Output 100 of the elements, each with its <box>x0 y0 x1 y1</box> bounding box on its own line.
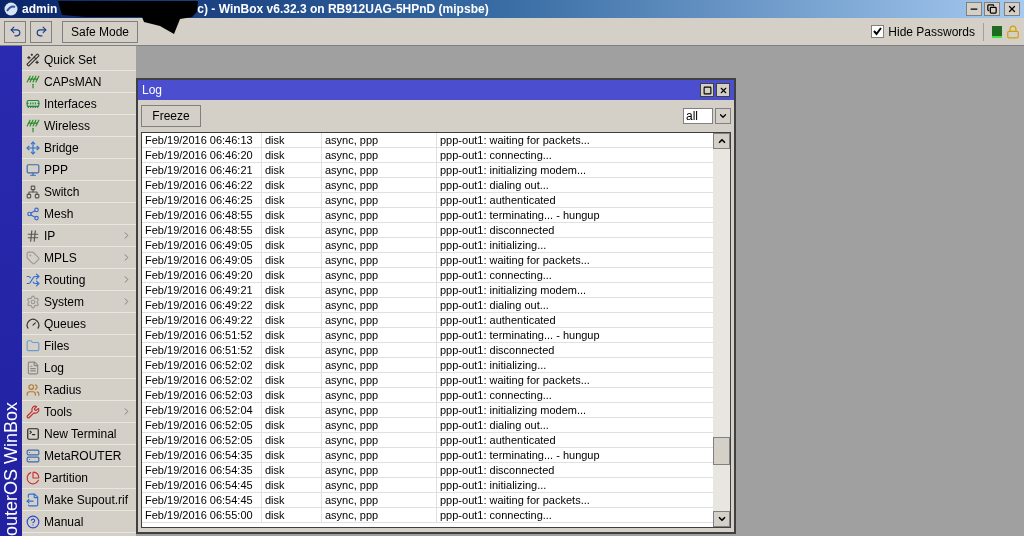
filter-field[interactable]: all <box>683 108 713 124</box>
restore-button[interactable] <box>984 2 1000 16</box>
undo-button[interactable] <box>4 20 26 43</box>
menu-item[interactable]: CAPsMAN <box>22 71 136 93</box>
table-cell: Feb/19/2016 06:52:05 <box>142 418 262 432</box>
table-cell: async, ppp <box>322 148 437 162</box>
tag-icon <box>26 250 40 265</box>
scroll-down-button[interactable] <box>713 511 730 527</box>
scrollbar[interactable] <box>713 133 730 527</box>
scroll-thumb[interactable] <box>713 437 730 465</box>
brand-text: outerOS WinBox <box>2 401 20 536</box>
table-cell: disk <box>262 328 322 342</box>
table-cell: Feb/19/2016 06:46:25 <box>142 193 262 207</box>
gear-icon <box>26 294 40 309</box>
gauge-icon <box>26 316 40 331</box>
table-cell: async, ppp <box>322 373 437 387</box>
freeze-button[interactable]: Freeze <box>141 105 201 127</box>
close-button[interactable] <box>716 83 730 97</box>
minimize-button[interactable] <box>966 2 982 16</box>
table-cell: disk <box>262 373 322 387</box>
table-cell: async, ppp <box>322 508 437 522</box>
file-export-icon <box>26 492 40 507</box>
redo-button[interactable] <box>30 20 52 43</box>
table-cell-text: ppp-out1: connecting... <box>439 148 553 162</box>
table-cell: disk <box>262 253 322 267</box>
table-cell: Feb/19/2016 06:49:22 <box>142 313 262 327</box>
table-cell-text: ppp-out1: authenticated <box>439 433 557 447</box>
table-cell-text: ppp-out1: initializing... <box>439 238 548 252</box>
table-cell: Feb/19/2016 06:49:21 <box>142 283 262 297</box>
table-cell-text: ppp-out1: dialing out... <box>439 178 550 192</box>
table-cell-text: ppp-out1: disconnected <box>439 223 556 237</box>
table-cell: disk <box>262 133 322 147</box>
wrench-icon <box>26 404 40 419</box>
table-cell: Feb/19/2016 06:54:45 <box>142 493 262 507</box>
table-cell: Feb/19/2016 06:55:00 <box>142 508 262 522</box>
lock-icon <box>1006 24 1020 39</box>
table-cell-text: ppp-out1: waiting for packets... <box>439 373 591 387</box>
status-bars-icon <box>992 25 1002 38</box>
table-cell: disk <box>262 298 322 312</box>
table-cell: async, ppp <box>322 463 437 477</box>
table-cell: async, ppp <box>322 358 437 372</box>
maximize-icon <box>702 85 712 95</box>
table-cell: Feb/19/2016 06:52:04 <box>142 403 262 417</box>
folder-icon <box>26 338 40 353</box>
table-cell-text: ppp-out1: initializing modem... <box>439 403 588 417</box>
table-cell: async, ppp <box>322 253 437 267</box>
table-cell-text: ppp-out1: terminating... - hungup <box>439 448 601 462</box>
table-cell-text: ppp-out1: terminating... - hungup <box>439 328 601 342</box>
table-cell: Feb/19/2016 06:54:35 <box>142 463 262 477</box>
close-icon <box>718 85 728 95</box>
table-cell: disk <box>262 448 322 462</box>
table-cell-text: ppp-out1: disconnected <box>439 463 556 477</box>
switch-icon <box>26 184 40 199</box>
users-icon <box>26 382 40 397</box>
pie-chart-icon <box>26 470 40 485</box>
table-cell: Feb/19/2016 06:54:35 <box>142 448 262 462</box>
table-cell: Feb/19/2016 06:52:02 <box>142 373 262 387</box>
safe-mode-button[interactable]: Safe Mode <box>62 20 139 43</box>
table-cell: Feb/19/2016 06:52:03 <box>142 388 262 402</box>
wand-icon <box>26 52 40 67</box>
table-cell: disk <box>262 478 322 492</box>
checkbox-label: Hide Passwords <box>888 23 975 41</box>
table-cell: Feb/19/2016 06:49:22 <box>142 298 262 312</box>
table-cell: Feb/19/2016 06:46:20 <box>142 148 262 162</box>
table-cell: Feb/19/2016 06:46:21 <box>142 163 262 177</box>
redo-icon <box>34 25 48 38</box>
table-cell: async, ppp <box>322 328 437 342</box>
table-cell: Feb/19/2016 06:49:05 <box>142 253 262 267</box>
table-cell: Feb/19/2016 06:48:55 <box>142 223 262 237</box>
table-cell: Feb/19/2016 06:54:45 <box>142 478 262 492</box>
filter-dropdown-button[interactable] <box>715 108 731 124</box>
table-cell: disk <box>262 343 322 357</box>
table-cell: Feb/19/2016 06:49:05 <box>142 238 262 252</box>
table-cell: async, ppp <box>322 313 437 327</box>
table-cell: Feb/19/2016 06:48:55 <box>142 208 262 222</box>
checkbox[interactable] <box>871 25 885 38</box>
table-cell: disk <box>262 223 322 237</box>
table-cell-text: ppp-out1: initializing... <box>439 478 548 492</box>
table-cell: async, ppp <box>322 433 437 447</box>
menu-item[interactable]: Quick Set <box>22 49 136 71</box>
table-cell: Feb/19/2016 06:46:22 <box>142 178 262 192</box>
scroll-up-button[interactable] <box>713 133 730 149</box>
nodes-icon <box>26 206 40 221</box>
table-cell: async, ppp <box>322 193 437 207</box>
table-cell: disk <box>262 493 322 507</box>
table-cell: disk <box>262 208 322 222</box>
table-cell: async, ppp <box>322 208 437 222</box>
table-cell: disk <box>262 433 322 447</box>
table-cell: async, ppp <box>322 478 437 492</box>
table-cell-text: ppp-out1: connecting... <box>439 388 553 402</box>
table-cell: disk <box>262 508 322 522</box>
restore-icon <box>987 4 997 14</box>
table-cell-text: ppp-out1: initializing modem... <box>439 163 588 177</box>
table-cell: disk <box>262 388 322 402</box>
antenna-icon <box>26 118 40 133</box>
document-icon <box>26 360 40 375</box>
table-cell-text: ppp-out1: waiting for packets... <box>439 253 591 267</box>
close-button[interactable] <box>1004 2 1020 16</box>
table-cell: async, ppp <box>322 163 437 177</box>
maximize-button[interactable] <box>700 83 714 97</box>
